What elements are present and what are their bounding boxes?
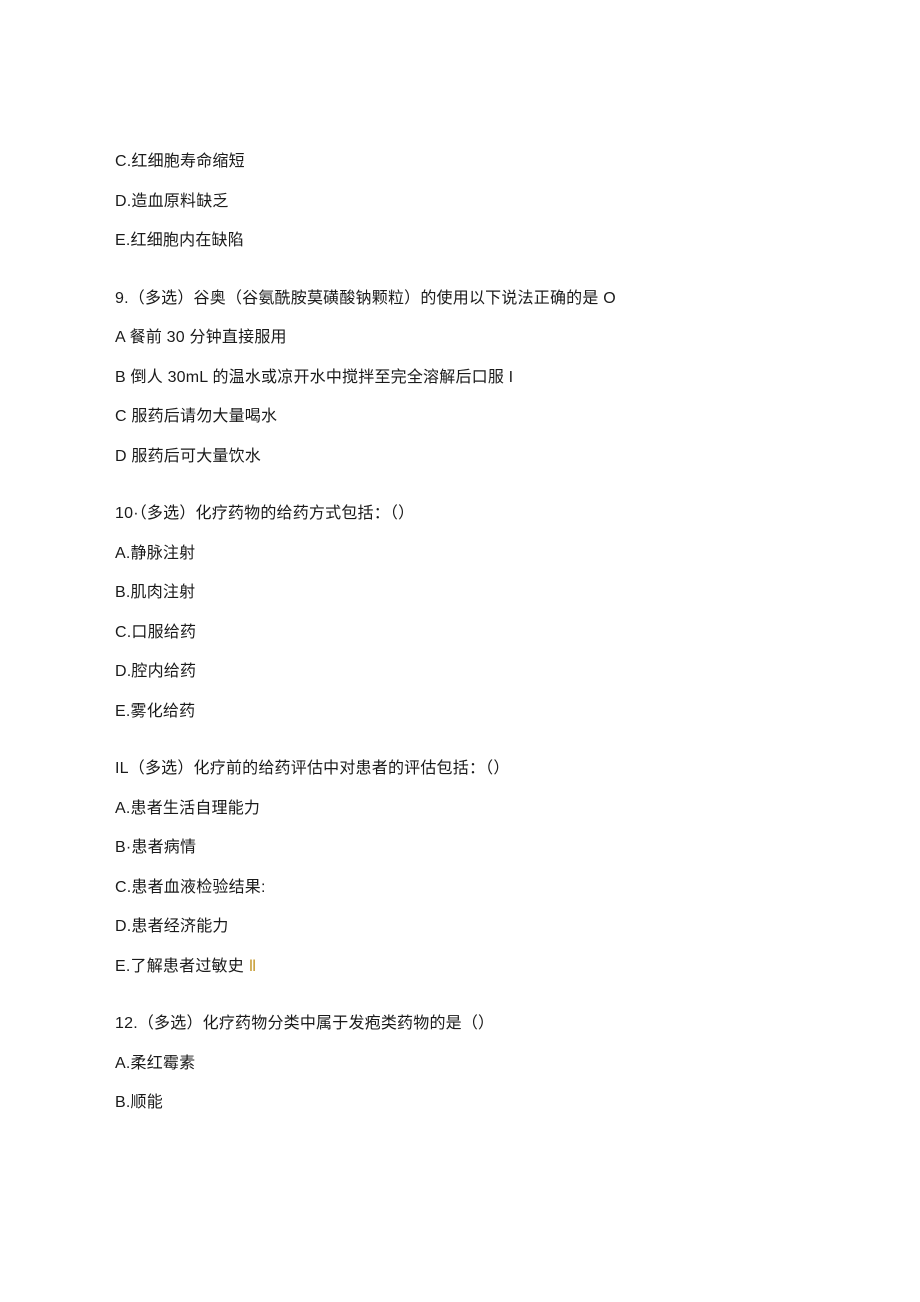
q10-option-d: D.腔内给药 bbox=[115, 660, 805, 684]
q12-stem: 12.（多选）化疗药物分类中属于发疱类药物的是（） bbox=[115, 1012, 805, 1036]
q11-stem: IL（多选）化疗前的给药评估中对患者的评估包括：（） bbox=[115, 757, 805, 781]
spacer bbox=[115, 739, 805, 757]
q11-option-c: C.患者血液检验结果: bbox=[115, 876, 805, 900]
q9-option-b: B 倒人 30mL 的温水或凉开水中搅拌至完全溶解后口服 I bbox=[115, 366, 805, 390]
q-prev-option-d: D.造血原料缺乏 bbox=[115, 190, 805, 214]
q10-option-b: B.肌肉注射 bbox=[115, 581, 805, 605]
q10-option-a: A.静脉注射 bbox=[115, 542, 805, 566]
q11-option-b: B·患者病情 bbox=[115, 836, 805, 860]
q11-option-e: E.了解患者过敏史 Ⅱ bbox=[115, 955, 805, 979]
q11-option-e-text: E.了解患者过敏史 bbox=[115, 958, 249, 975]
spacer bbox=[115, 994, 805, 1012]
q11-option-e-marker: Ⅱ bbox=[249, 958, 257, 975]
q-prev-option-c: C.红细胞寿命缩短 bbox=[115, 150, 805, 174]
q11-option-a: A.患者生活自理能力 bbox=[115, 797, 805, 821]
q10-stem: 10·（多选）化疗药物的给药方式包括：（） bbox=[115, 502, 805, 526]
q10-option-e: E.雾化给药 bbox=[115, 700, 805, 724]
q9-option-c: C 服药后请勿大量喝水 bbox=[115, 405, 805, 429]
q12-option-b: B.顺能 bbox=[115, 1091, 805, 1115]
q9-stem: 9.（多选）谷奥（谷氨酰胺莫磺酸钠颗粒）的使用以下说法正确的是 O bbox=[115, 287, 805, 311]
q9-option-a: A 餐前 30 分钟直接服用 bbox=[115, 326, 805, 350]
q10-option-c: C.口服给药 bbox=[115, 621, 805, 645]
spacer bbox=[115, 269, 805, 287]
q9-option-d: D 服药后可大量饮水 bbox=[115, 445, 805, 469]
q11-option-d: D.患者经济能力 bbox=[115, 915, 805, 939]
spacer bbox=[115, 484, 805, 502]
q-prev-option-e: E.红细胞内在缺陷 bbox=[115, 229, 805, 253]
document-page: C.红细胞寿命缩短 D.造血原料缺乏 E.红细胞内在缺陷 9.（多选）谷奥（谷氨… bbox=[0, 0, 920, 1302]
q12-option-a: A.柔红霉素 bbox=[115, 1052, 805, 1076]
